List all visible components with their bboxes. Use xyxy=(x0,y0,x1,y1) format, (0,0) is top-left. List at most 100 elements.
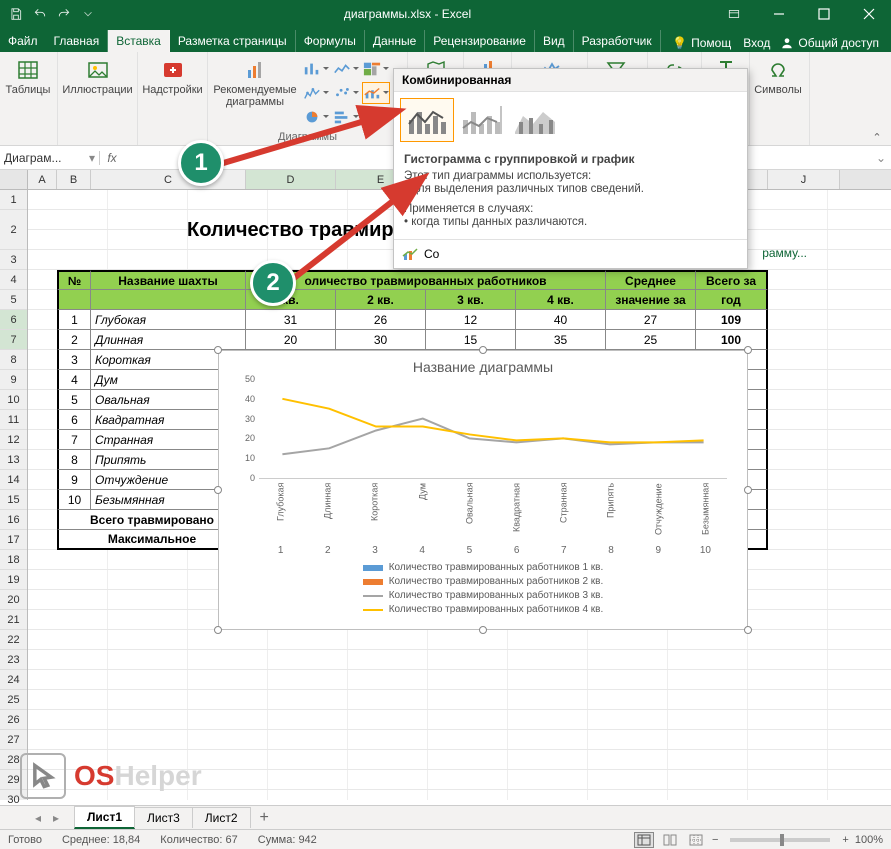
chart-resize-handle[interactable] xyxy=(744,346,752,354)
row-header[interactable]: 27 xyxy=(0,730,27,750)
redo-icon[interactable] xyxy=(54,3,74,25)
formula-bar-expand-icon[interactable]: ⌄ xyxy=(871,151,891,165)
zoom-level[interactable]: 100% xyxy=(855,834,883,846)
embedded-chart[interactable]: Название диаграммы 50 40 30 20 10 0 Глуб… xyxy=(218,350,748,630)
column-chart-icon[interactable] xyxy=(302,58,330,80)
row-header[interactable]: 26 xyxy=(0,710,27,730)
minimize-button[interactable] xyxy=(756,0,801,28)
tab-view[interactable]: Вид xyxy=(535,30,574,52)
row-header[interactable]: 24 xyxy=(0,670,27,690)
combo-create-custom-item[interactable]: Со xyxy=(394,239,747,268)
chart-legend[interactable]: Количество травмированных работников 1 к… xyxy=(219,556,747,621)
chart-resize-handle[interactable] xyxy=(214,346,222,354)
sheet-tab[interactable]: Лист3 xyxy=(134,807,193,828)
lightbulb-icon[interactable]: 💡 xyxy=(672,36,687,50)
page-layout-view-icon[interactable] xyxy=(660,832,680,848)
row-header[interactable]: 18 xyxy=(0,550,27,570)
scatter-chart-icon[interactable] xyxy=(332,82,360,104)
row-header[interactable]: 4 xyxy=(0,270,27,290)
row-header[interactable]: 25 xyxy=(0,690,27,710)
row-header[interactable]: 11 xyxy=(0,410,27,430)
tab-data[interactable]: Данные xyxy=(365,30,425,52)
symbols-button[interactable]: Символы xyxy=(754,56,802,96)
row-header[interactable]: 21 xyxy=(0,610,27,630)
sheet-nav[interactable]: ◂▸ xyxy=(30,811,64,825)
row-header[interactable]: 15 xyxy=(0,490,27,510)
col-header-b[interactable]: B xyxy=(57,170,91,189)
combo-clustered-column-line-thumb[interactable] xyxy=(400,98,454,142)
col-header-j[interactable]: J xyxy=(768,170,840,189)
row-header[interactable]: 5 xyxy=(0,290,27,310)
combo-chart-icon[interactable] xyxy=(362,82,390,104)
combo-stacked-area-column-thumb[interactable] xyxy=(508,98,562,142)
name-box[interactable]: Диаграм...▾ xyxy=(0,151,100,165)
tab-home[interactable]: Главная xyxy=(46,30,109,52)
row-header[interactable]: 7 xyxy=(0,330,27,350)
zoom-slider[interactable] xyxy=(730,838,830,842)
hierarchy-chart-icon[interactable] xyxy=(362,58,390,80)
maximize-button[interactable] xyxy=(801,0,846,28)
bar-chart-icon[interactable] xyxy=(332,106,360,128)
row-header[interactable]: 9 xyxy=(0,370,27,390)
worksheet-grid[interactable]: 1 2 3 4 5 6 7 8 9 10 11 12 13 14 15 16 1… xyxy=(0,190,891,800)
illustrations-button[interactable]: Иллюстрации xyxy=(62,56,133,96)
help-hint[interactable]: Помощ xyxy=(691,36,731,50)
row-header[interactable]: 3 xyxy=(0,250,27,270)
row-header[interactable]: 12 xyxy=(0,430,27,450)
chevron-down-icon[interactable]: ▾ xyxy=(89,151,95,165)
tab-review[interactable]: Рецензирование xyxy=(425,30,535,52)
sheet-tab[interactable]: Лист2 xyxy=(192,807,251,828)
row-header[interactable]: 23 xyxy=(0,650,27,670)
chart-resize-handle[interactable] xyxy=(744,626,752,634)
row-header[interactable]: 22 xyxy=(0,630,27,650)
row-header[interactable]: 8 xyxy=(0,350,27,370)
row-header[interactable]: 17 xyxy=(0,530,27,550)
fx-icon[interactable]: fx xyxy=(100,151,124,165)
select-all-corner[interactable] xyxy=(0,170,28,189)
row-header[interactable]: 19 xyxy=(0,570,27,590)
ribbon-display-options-icon[interactable] xyxy=(711,3,756,25)
chart-resize-handle[interactable] xyxy=(214,486,222,494)
line-chart-icon[interactable] xyxy=(332,58,360,80)
recommended-charts-button[interactable]: Рекомендуемые диаграммы xyxy=(212,56,298,108)
chart-resize-handle[interactable] xyxy=(479,346,487,354)
row-header[interactable]: 20 xyxy=(0,590,27,610)
undo-icon[interactable] xyxy=(30,3,50,25)
row-header[interactable]: 2 xyxy=(0,210,27,250)
chart-resize-handle[interactable] xyxy=(479,626,487,634)
col-header-d[interactable]: D xyxy=(246,170,336,189)
sheet-tab[interactable]: Лист1 xyxy=(74,806,135,829)
row-header[interactable]: 13 xyxy=(0,450,27,470)
page-break-view-icon[interactable] xyxy=(686,832,706,848)
statistical-chart-icon[interactable] xyxy=(362,106,390,128)
tables-button[interactable]: Таблицы xyxy=(4,56,52,96)
close-button[interactable] xyxy=(846,0,891,28)
row-header[interactable]: 6 xyxy=(0,310,27,330)
combo-clustered-column-line-secondary-thumb[interactable] xyxy=(454,98,508,142)
pie-chart-icon[interactable] xyxy=(302,106,330,128)
zoom-in-button[interactable]: + xyxy=(842,834,848,846)
tab-file[interactable]: Файл xyxy=(0,30,46,52)
chart-resize-handle[interactable] xyxy=(214,626,222,634)
share-button[interactable]: Общий доступ xyxy=(774,34,885,52)
tab-developer[interactable]: Разработчик xyxy=(574,30,661,52)
row-header[interactable]: 16 xyxy=(0,510,27,530)
col-header-c[interactable]: C xyxy=(91,170,246,189)
col-header-a[interactable]: A xyxy=(28,170,57,189)
zoom-out-button[interactable]: − xyxy=(712,834,718,846)
row-header[interactable]: 1 xyxy=(0,190,27,210)
save-icon[interactable] xyxy=(6,3,26,25)
collapse-ribbon-icon[interactable]: ⌃ xyxy=(867,129,887,145)
chart-title[interactable]: Название диаграммы xyxy=(219,351,747,379)
tab-page-layout[interactable]: Разметка страницы xyxy=(170,30,296,52)
tab-insert[interactable]: Вставка xyxy=(108,30,170,52)
qat-dropdown-icon[interactable] xyxy=(78,3,98,25)
normal-view-icon[interactable] xyxy=(634,832,654,848)
row-header[interactable]: 14 xyxy=(0,470,27,490)
chart-plot-area[interactable]: 50 40 30 20 10 0 xyxy=(259,379,727,479)
cells-area[interactable]: Количество травмиро № Название шахты оли… xyxy=(28,190,891,800)
addins-button[interactable]: Надстройки xyxy=(142,56,203,96)
waterfall-chart-icon[interactable] xyxy=(302,82,330,104)
chart-resize-handle[interactable] xyxy=(744,486,752,494)
signin-link[interactable]: Вход xyxy=(743,36,770,50)
